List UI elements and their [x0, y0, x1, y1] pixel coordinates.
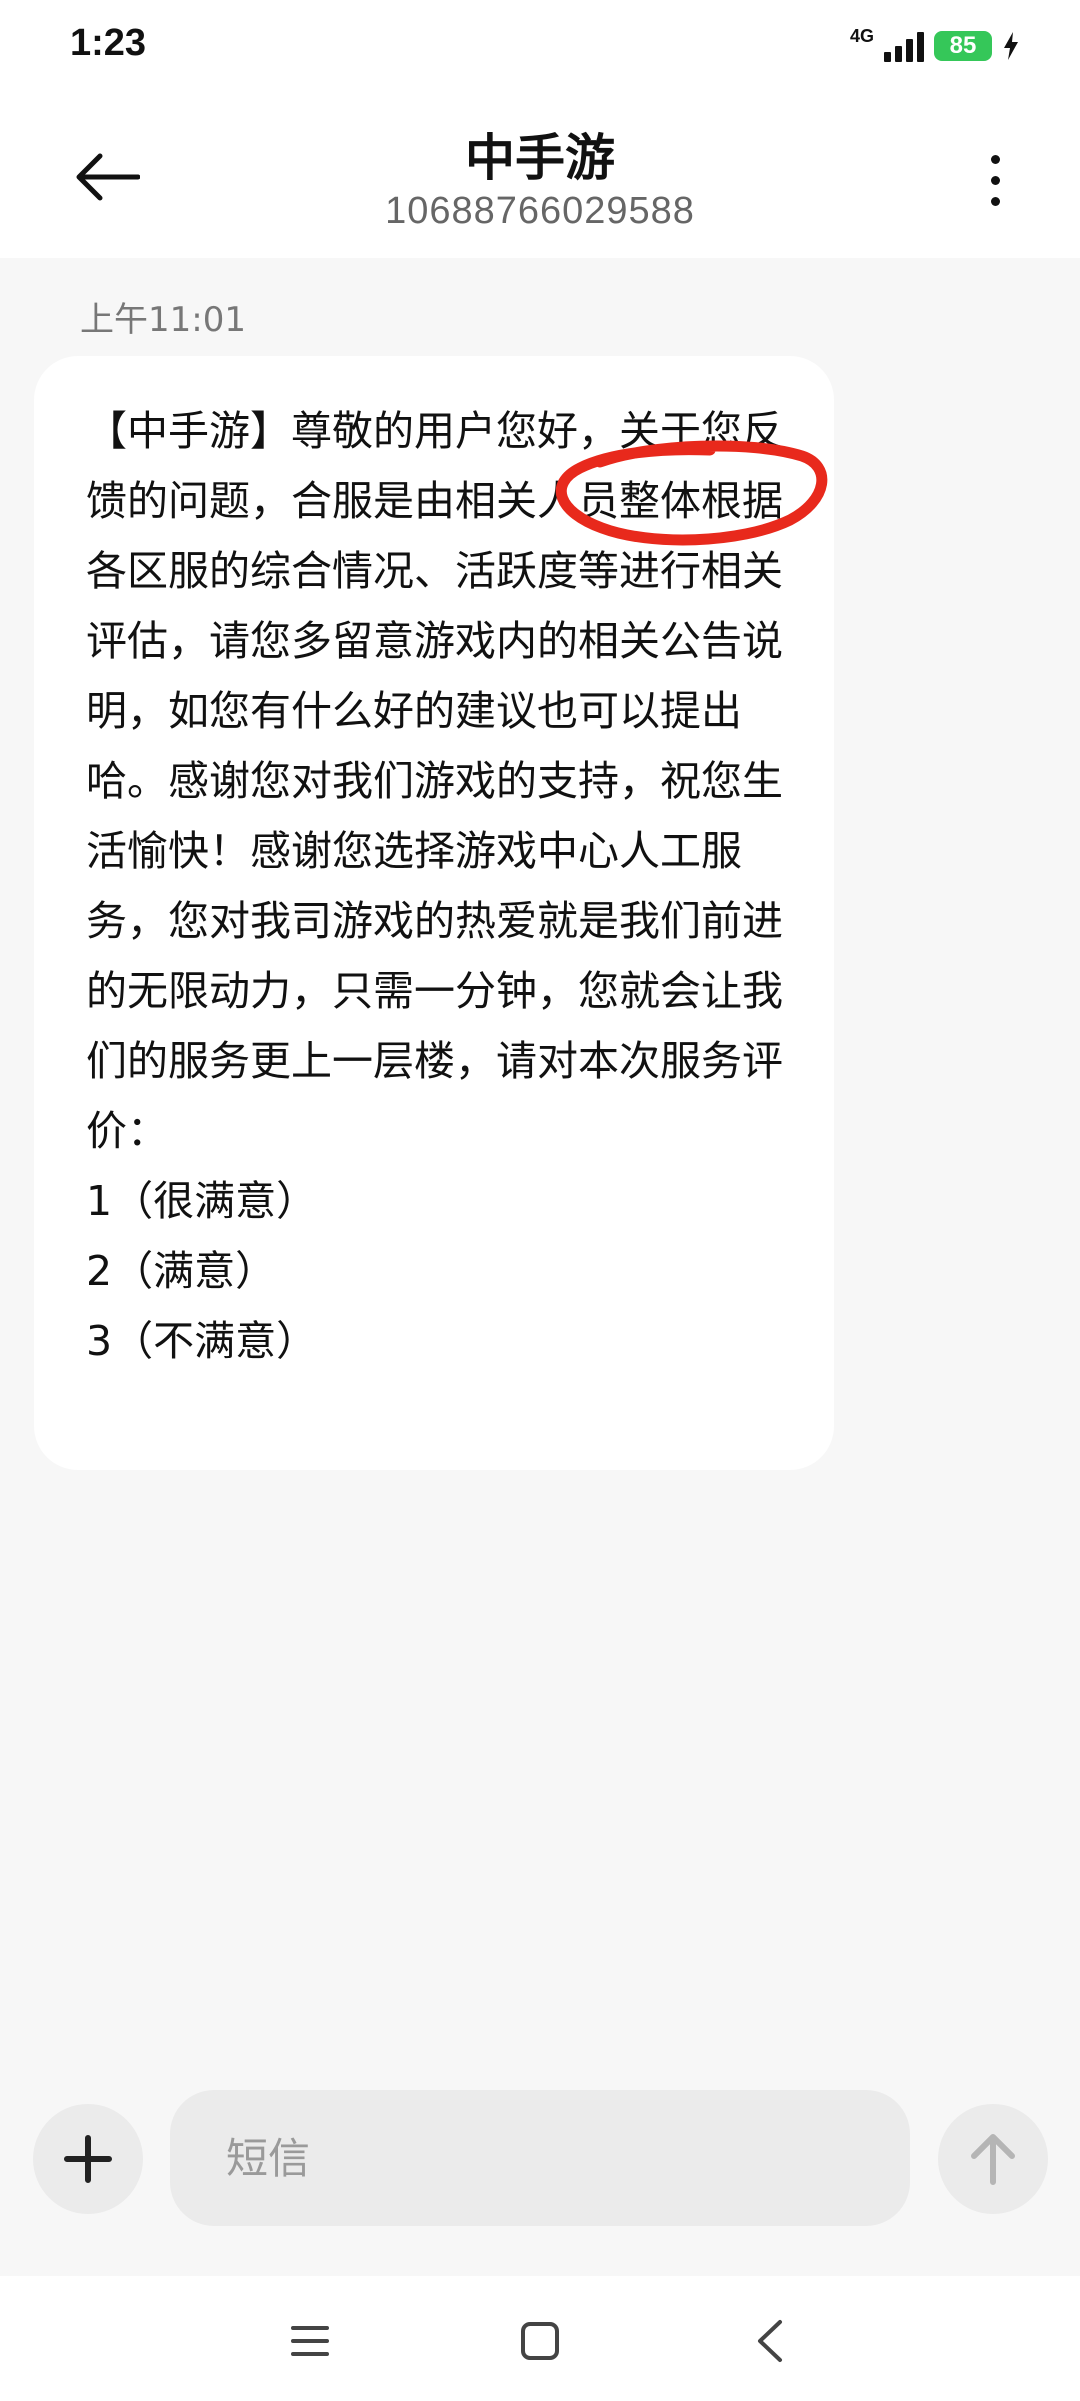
more-options-button[interactable] [960, 140, 1030, 220]
recent-apps-button[interactable] [270, 2306, 350, 2376]
charging-bolt-icon [1004, 32, 1018, 60]
system-back-button[interactable] [730, 2306, 810, 2376]
message-input[interactable] [170, 2090, 910, 2226]
send-arrow-icon [971, 2134, 1015, 2185]
conversation-header: 中手游 10688766029588 [0, 90, 1080, 258]
message-timestamp: 上午11:01 [80, 300, 246, 340]
contact-number: 10688766029588 [385, 190, 695, 232]
home-square-icon [521, 2322, 559, 2360]
system-nav-bar [0, 2276, 1080, 2401]
battery-level: 85 [949, 32, 977, 59]
status-indicators: 4G 85 [850, 24, 1020, 68]
message-text: 【中手游】尊敬的用户您好，关于您反馈的问题，合服是由相关人员整体根据各区服的综合… [86, 407, 783, 1365]
sms-conversation-screen: 1:23 4G 85 中手游 10688766029588 上午11:01 【中… [0, 0, 1080, 2401]
home-button[interactable] [500, 2306, 580, 2376]
message-bubble[interactable]: 【中手游】尊敬的用户您好，关于您反馈的问题，合服是由相关人员整体根据各区服的综合… [34, 356, 834, 1470]
status-bar: 1:23 4G 85 [0, 0, 1080, 90]
menu-icon [291, 2326, 329, 2356]
send-button[interactable] [938, 2104, 1048, 2214]
more-vertical-icon [990, 154, 1000, 164]
add-attachment-button[interactable] [33, 2104, 143, 2214]
signal-icon [884, 30, 924, 62]
back-chevron-icon [758, 2320, 782, 2362]
contact-name: 中手游 [465, 129, 615, 187]
plus-icon [64, 2135, 112, 2183]
network-type: 4G [849, 25, 874, 46]
battery-icon: 85 [934, 31, 992, 61]
status-time: 1:23 [70, 22, 147, 64]
